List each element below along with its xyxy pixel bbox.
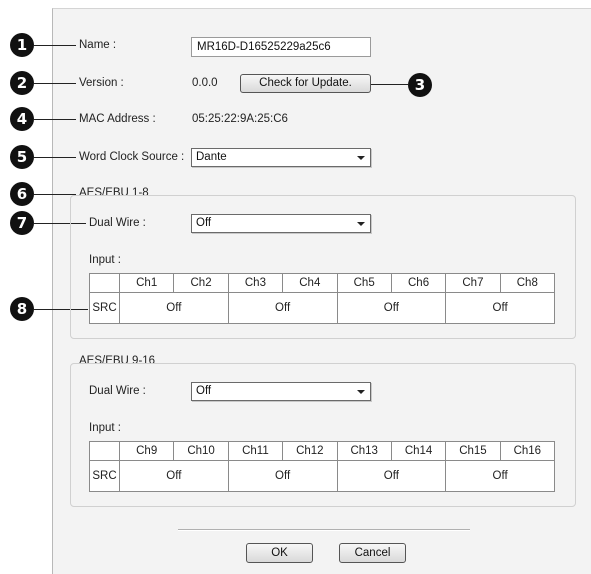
cancel-button[interactable]: Cancel	[339, 543, 406, 563]
name-field[interactable]: MR16D-D16525229a25c6	[191, 37, 371, 57]
src-row: SRC Off Off Off Off	[89, 292, 555, 324]
channel-header: Ch14	[390, 441, 447, 461]
channel-header: Ch8	[499, 273, 556, 293]
corner-cell	[89, 273, 120, 293]
channel-header-row: Ch9 Ch10 Ch11 Ch12 Ch13 Ch14 Ch15 Ch16	[89, 441, 556, 461]
src-cell[interactable]: Off	[227, 292, 338, 324]
chevron-down-icon	[357, 156, 365, 160]
check-update-button[interactable]: Check for Update.	[240, 74, 371, 93]
dual-wire-value: Off	[196, 217, 212, 229]
dual-wire-value: Off	[196, 385, 212, 397]
callout-leader	[34, 83, 76, 84]
dual-wire-select-1[interactable]: Off	[191, 214, 371, 233]
channel-header: Ch4	[282, 273, 338, 293]
mac-address-label: MAC Address :	[79, 113, 156, 125]
channel-header: Ch5	[336, 273, 392, 293]
input-label: Input :	[89, 254, 121, 266]
src-cell[interactable]: Off	[336, 292, 447, 324]
input-label: Input :	[89, 422, 121, 434]
src-row: SRC Off Off Off Off	[89, 460, 555, 492]
callout-3: 3	[408, 73, 432, 97]
callout-6: 6	[10, 182, 34, 206]
channel-header: Ch12	[282, 441, 338, 461]
word-clock-source-label: Word Clock Source :	[79, 151, 185, 163]
callout-1: 1	[10, 33, 34, 57]
channel-header: Ch16	[499, 441, 556, 461]
callout-leader	[34, 194, 76, 195]
channel-header: Ch9	[118, 441, 175, 461]
src-cell[interactable]: Off	[227, 460, 338, 492]
src-table-2: Ch9 Ch10 Ch11 Ch12 Ch13 Ch14 Ch15 Ch16 S…	[89, 441, 556, 492]
channel-header-row: Ch1 Ch2 Ch3 Ch4 Ch5 Ch6 Ch7 Ch8	[89, 273, 556, 293]
divider	[178, 529, 470, 531]
src-row-label: SRC	[89, 292, 120, 324]
callout-leader	[371, 84, 408, 85]
version-label: Version :	[79, 77, 124, 89]
src-cell[interactable]: Off	[119, 292, 229, 324]
word-clock-source-select[interactable]: Dante	[191, 148, 371, 167]
callout-leader	[34, 157, 76, 158]
src-cell[interactable]: Off	[445, 460, 555, 492]
callout-8: 8	[10, 297, 34, 321]
chevron-down-icon	[357, 222, 365, 226]
ok-button[interactable]: OK	[246, 543, 313, 563]
mac-address-value: 05:25:22:9A:25:C6	[192, 113, 288, 125]
channel-header: Ch7	[445, 273, 501, 293]
channel-header: Ch6	[390, 273, 447, 293]
channel-header: Ch1	[118, 273, 175, 293]
callout-4: 4	[10, 107, 34, 131]
channel-header: Ch2	[173, 273, 229, 293]
dual-wire-label: Dual Wire :	[89, 385, 146, 397]
word-clock-source-value: Dante	[196, 151, 227, 163]
callout-leader	[34, 45, 76, 46]
channel-header: Ch11	[227, 441, 284, 461]
src-cell[interactable]: Off	[119, 460, 229, 492]
callout-5: 5	[10, 145, 34, 169]
callout-7: 7	[10, 211, 34, 235]
src-row-label: SRC	[89, 460, 120, 492]
channel-header: Ch15	[445, 441, 501, 461]
chevron-down-icon	[357, 390, 365, 394]
version-value: 0.0.0	[192, 77, 218, 89]
channel-header: Ch3	[227, 273, 284, 293]
dual-wire-label: Dual Wire :	[89, 217, 146, 229]
dual-wire-select-2[interactable]: Off	[191, 382, 371, 401]
channel-header: Ch13	[336, 441, 392, 461]
callout-leader	[34, 119, 76, 120]
src-table-1: Ch1 Ch2 Ch3 Ch4 Ch5 Ch6 Ch7 Ch8 SRC Off …	[89, 273, 556, 324]
callout-2: 2	[10, 71, 34, 95]
src-cell[interactable]: Off	[445, 292, 555, 324]
channel-header: Ch10	[173, 441, 229, 461]
corner-cell	[89, 441, 120, 461]
name-label: Name :	[79, 39, 117, 51]
src-cell[interactable]: Off	[336, 460, 447, 492]
